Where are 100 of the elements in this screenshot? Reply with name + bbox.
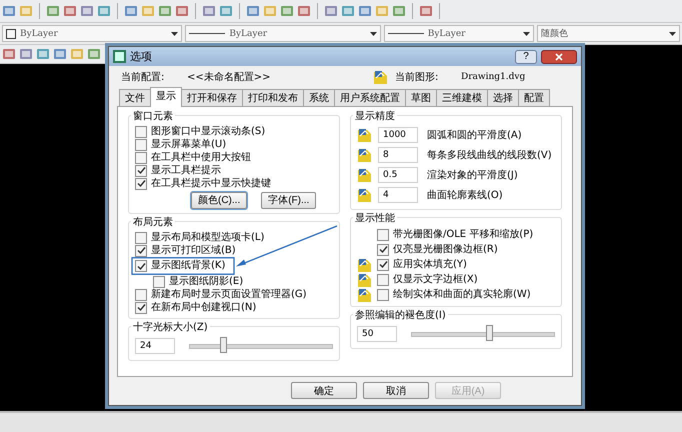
- dialog-button[interactable]: 确定: [291, 382, 357, 399]
- tool-icon[interactable]: [70, 47, 84, 61]
- tool-icon[interactable]: [219, 4, 233, 18]
- tool-icon[interactable]: [2, 47, 16, 61]
- dialog-button[interactable]: 颜色(C)...: [191, 192, 248, 209]
- tool-icon[interactable]: [53, 47, 67, 61]
- tool-icon[interactable]: [2, 4, 16, 18]
- tool-icon[interactable]: [80, 4, 94, 18]
- tab[interactable]: 选择: [487, 89, 519, 106]
- checkbox-label: 在新布局中创建视口(N): [151, 302, 256, 314]
- dropdown[interactable]: ByLayer: [2, 25, 182, 42]
- checkbox[interactable]: [377, 258, 389, 270]
- tool-icon[interactable]: [392, 4, 406, 18]
- group-title: 窗口元素: [131, 109, 175, 123]
- tool-icon[interactable]: [36, 47, 50, 61]
- checkbox[interactable]: [135, 244, 147, 256]
- caret-icon: [171, 32, 178, 36]
- group-title: 显示性能: [353, 211, 397, 225]
- slider-thumb[interactable]: [220, 336, 228, 352]
- drawing-name: Drawing1.dvg: [461, 72, 526, 82]
- field-label: 曲面轮廓素线(O): [427, 188, 503, 202]
- checkbox-label: 带光栅图像/OLE 平移和缩放(P): [393, 228, 534, 240]
- tab[interactable]: 显示: [150, 87, 182, 107]
- tool-icon[interactable]: [158, 4, 172, 18]
- caret-icon: [523, 32, 530, 36]
- input-field[interactable]: 24: [135, 338, 175, 354]
- group-title: 参照编辑的褪色度(I): [353, 308, 448, 322]
- tool-icon[interactable]: [202, 4, 216, 18]
- input-field[interactable]: 4: [378, 187, 418, 203]
- tab[interactable]: 草图: [405, 89, 437, 106]
- checkbox[interactable]: [135, 164, 147, 176]
- drawing-file-icon: [357, 127, 373, 143]
- tool-icon[interactable]: [124, 4, 138, 18]
- dropdown[interactable]: ByLayer: [384, 25, 534, 42]
- tool-icon[interactable]: [97, 4, 111, 18]
- drawing-file-icon: [357, 167, 373, 183]
- drawing-file-icon: [357, 187, 373, 203]
- tab[interactable]: 用户系统配置: [334, 89, 406, 106]
- tool-icon[interactable]: [358, 4, 372, 18]
- tab[interactable]: 配置: [518, 89, 550, 106]
- dropdown[interactable]: 随颜色: [537, 25, 680, 42]
- input-field[interactable]: 50: [357, 326, 397, 342]
- field-label: 每条多段线曲线的线段数(V): [427, 148, 552, 162]
- tab[interactable]: 打开和保存: [181, 89, 243, 106]
- checkbox[interactable]: [135, 126, 147, 138]
- checkbox[interactable]: [377, 288, 389, 300]
- tab[interactable]: 文件: [119, 89, 151, 106]
- drawing-file-icon: [357, 286, 373, 302]
- checkbox[interactable]: [377, 244, 389, 256]
- checkbox[interactable]: [153, 276, 165, 288]
- tool-icon[interactable]: [263, 4, 277, 18]
- input-field[interactable]: 8: [378, 147, 418, 163]
- input-field[interactable]: 0.5: [378, 167, 418, 183]
- help-button[interactable]: ?: [515, 50, 537, 64]
- tool-icon[interactable]: [87, 47, 101, 61]
- tool-icon[interactable]: [324, 4, 338, 18]
- checkbox[interactable]: [377, 228, 389, 240]
- checkbox-label: 仅显示文字边框(X): [393, 274, 478, 286]
- field-label: 圆弧和圆的平滑度(A): [427, 128, 522, 142]
- checkbox[interactable]: [135, 152, 147, 164]
- dialog-button[interactable]: 取消: [363, 382, 429, 399]
- dropdown[interactable]: ByLayer: [185, 25, 381, 42]
- tool-icon[interactable]: [19, 4, 33, 18]
- group-title: 十字光标大小(Z): [131, 320, 210, 334]
- tool-icon[interactable]: [419, 4, 433, 18]
- drawing-file-icon: [373, 69, 389, 85]
- close-button[interactable]: [541, 50, 577, 64]
- window-title: 选项: [130, 49, 153, 64]
- input-field[interactable]: 1000: [378, 127, 418, 143]
- checkbox-label: 应用实体填充(Y): [393, 258, 467, 270]
- tool-icon[interactable]: [341, 4, 355, 18]
- tool-icon[interactable]: [175, 4, 189, 18]
- tool-icon[interactable]: [19, 47, 33, 61]
- tool-icon[interactable]: [246, 4, 260, 18]
- tool-icon[interactable]: [375, 4, 389, 18]
- tool-icon[interactable]: [46, 4, 60, 18]
- tool-icon[interactable]: [63, 4, 77, 18]
- checkbox[interactable]: [377, 274, 389, 286]
- tab[interactable]: 打印和发布: [242, 89, 304, 106]
- checkbox[interactable]: [135, 232, 147, 244]
- checkbox[interactable]: [135, 260, 147, 272]
- checkbox[interactable]: [135, 302, 147, 314]
- checkbox-label: 显示可打印区域(B): [151, 244, 236, 256]
- drawing-file-icon: [357, 147, 373, 163]
- checkbox-label: 显示图纸阴影(E): [169, 276, 244, 288]
- tab[interactable]: 系统: [303, 89, 335, 106]
- checkbox[interactable]: [135, 138, 147, 150]
- checkbox-label: 显示布局和模型选项卡(L): [151, 232, 264, 244]
- checkbox[interactable]: [135, 288, 147, 300]
- dialog-button[interactable]: 字体(F)...: [261, 192, 316, 209]
- checkbox[interactable]: [135, 178, 147, 190]
- tool-icon[interactable]: [141, 4, 155, 18]
- checkbox-label: 仅亮显光栅图像边框(R): [393, 244, 498, 256]
- slider-thumb[interactable]: [486, 324, 494, 340]
- tab[interactable]: 三维建模: [436, 89, 488, 106]
- app-icon: [113, 50, 126, 63]
- tool-icon[interactable]: [297, 4, 311, 18]
- checkbox-label: 显示屏幕菜单(U): [151, 138, 226, 150]
- tool-icon[interactable]: [280, 4, 294, 18]
- drawing-label: 当前图形:: [395, 70, 440, 84]
